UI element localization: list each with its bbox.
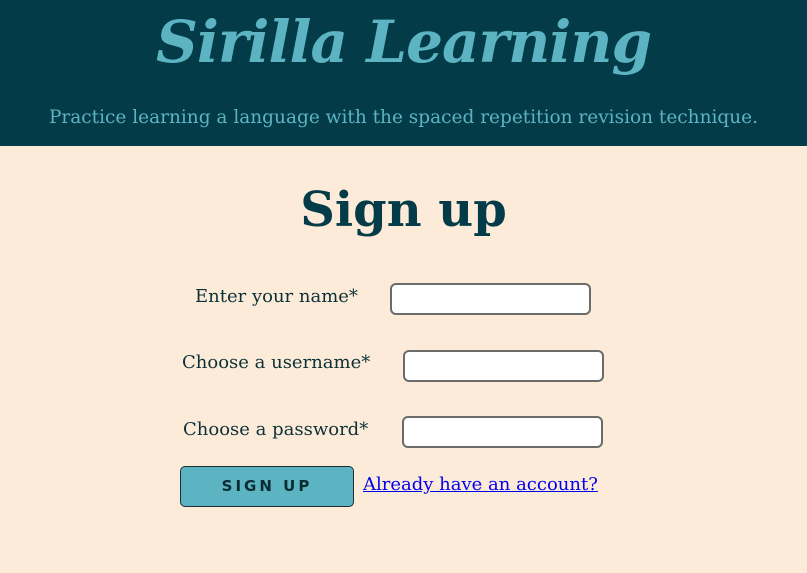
password-label: Choose a password* bbox=[183, 419, 369, 440]
password-input[interactable] bbox=[402, 416, 603, 448]
name-label: Enter your name* bbox=[195, 286, 358, 307]
tagline: Practice learning a language with the sp… bbox=[48, 107, 759, 128]
brand-title: Sirilla Learning bbox=[155, 8, 652, 76]
username-label: Choose a username* bbox=[182, 352, 371, 373]
username-input[interactable] bbox=[403, 350, 604, 382]
signup-button[interactable]: SIGN UP bbox=[180, 466, 354, 507]
site-header: Sirilla Learning Practice learning a lan… bbox=[0, 0, 807, 146]
page-title: Sign up bbox=[300, 182, 507, 238]
login-link[interactable]: Already have an account? bbox=[363, 470, 598, 500]
name-input[interactable] bbox=[390, 283, 591, 315]
